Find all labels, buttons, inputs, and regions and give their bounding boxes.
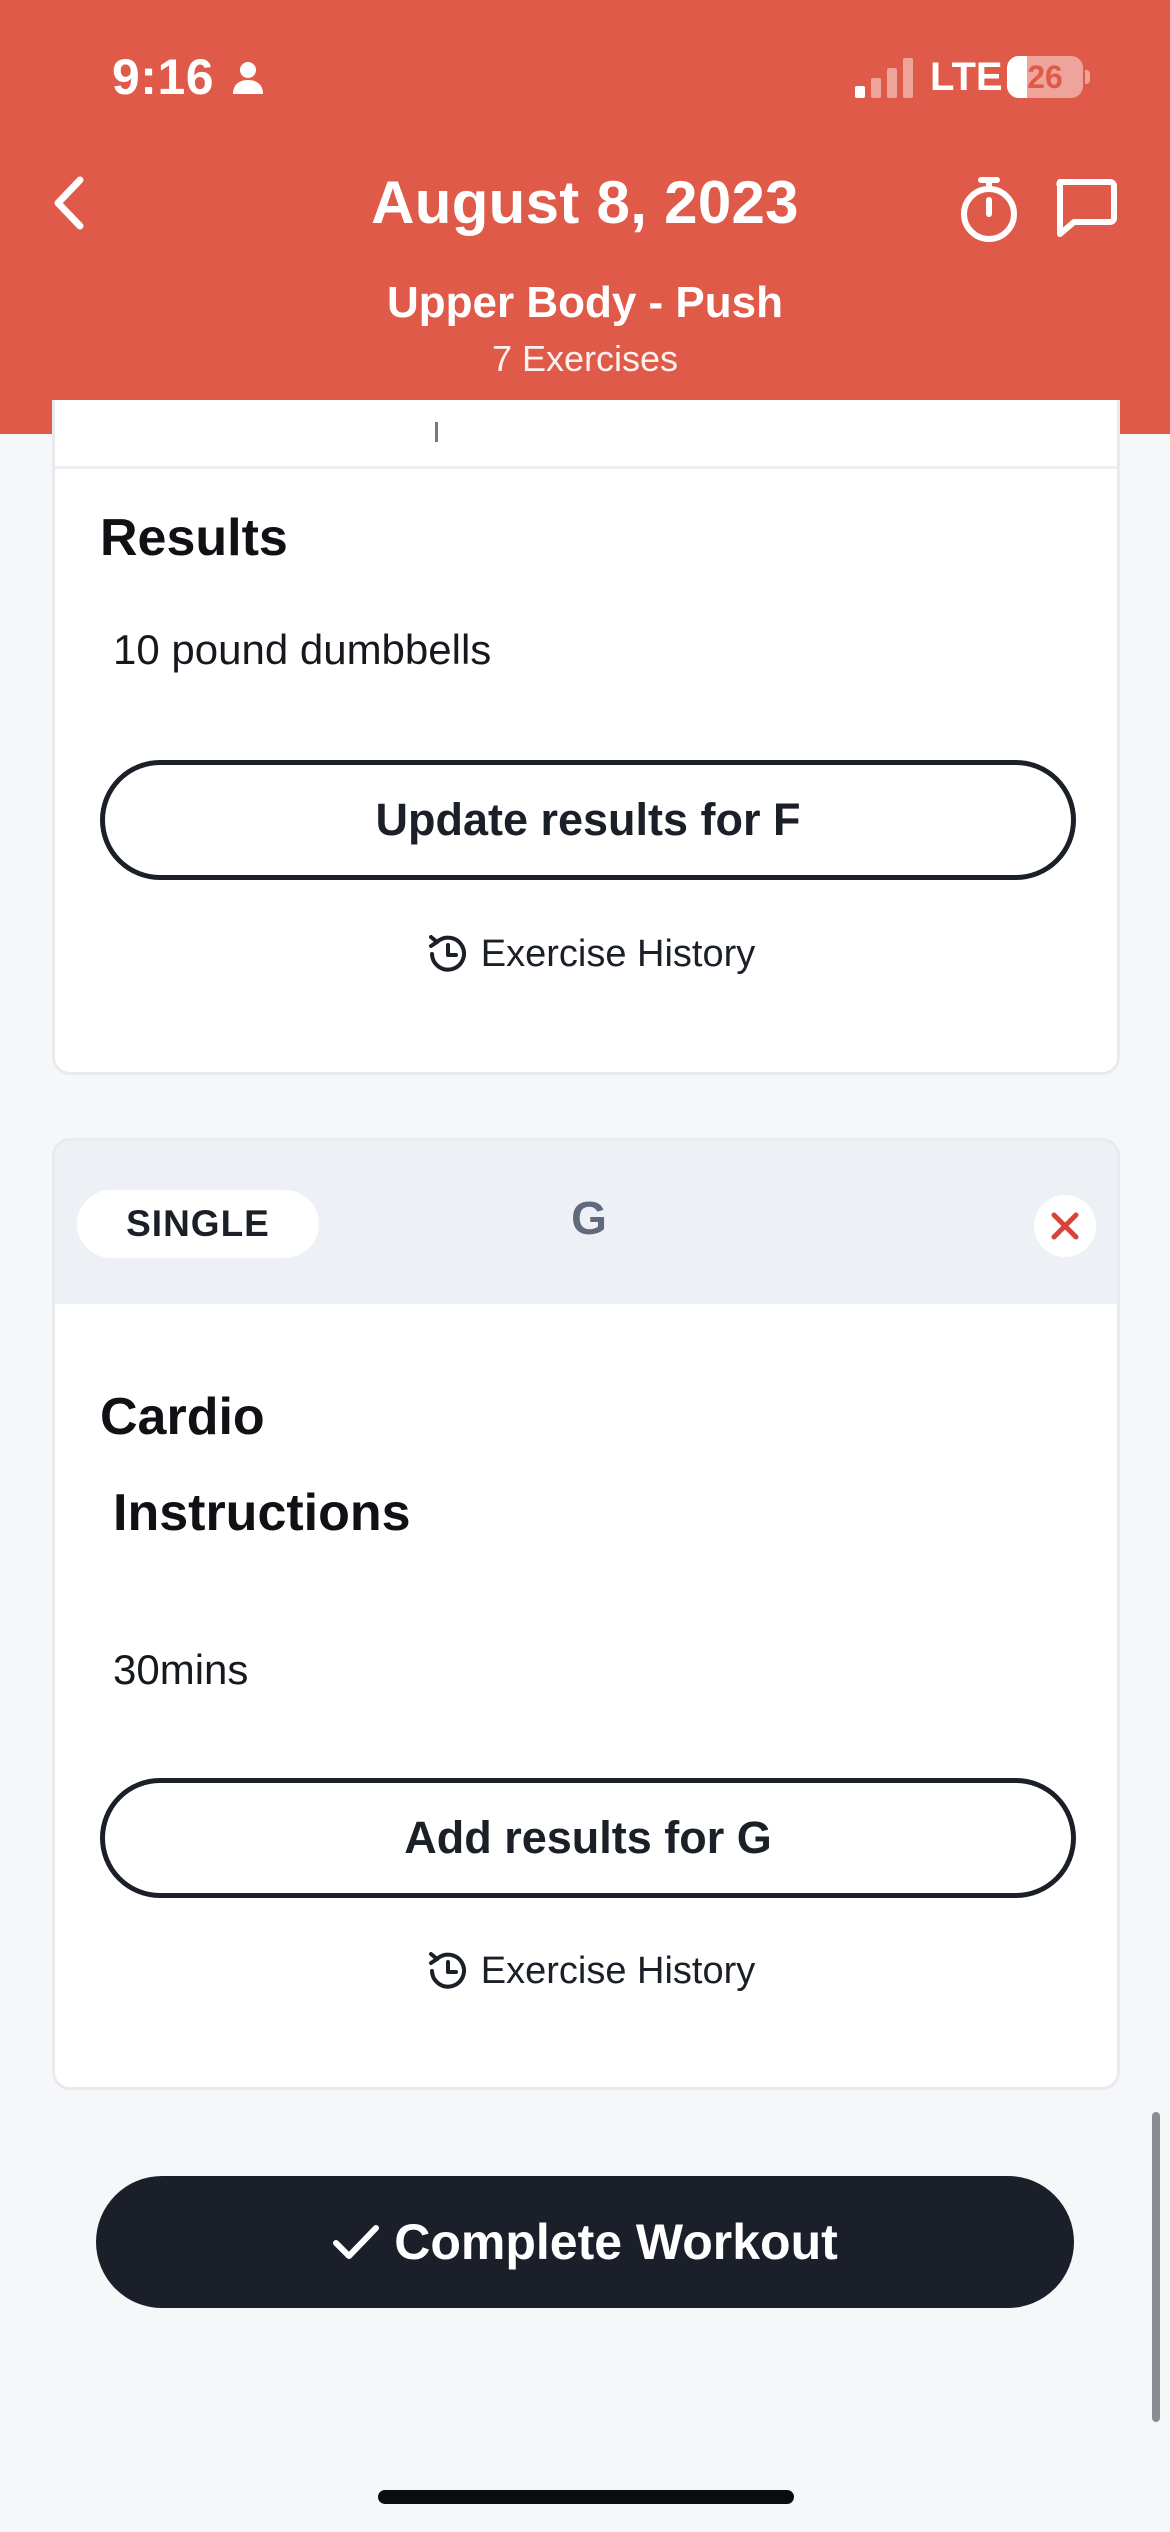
exercise-history-link[interactable]: Exercise History	[55, 926, 1117, 982]
remove-exercise-button[interactable]	[1034, 1195, 1096, 1257]
exercise-card-f: Results 10 pound dumbbells Update result…	[52, 400, 1120, 1075]
history-label: Exercise History	[480, 1949, 756, 1992]
workout-name: Upper Body - Push	[386, 278, 784, 327]
exercise-name: Cardio	[100, 1388, 265, 1446]
results-heading: Results	[100, 509, 288, 567]
card-divider	[55, 466, 1117, 469]
exercise-card-g: SINGLE G Cardio Instructions 30mins Add …	[52, 1138, 1120, 2090]
add-results-button[interactable]: Add results for G	[100, 1778, 1076, 1898]
close-x-icon	[1051, 1212, 1079, 1240]
results-text: 10 pound dumbbells	[113, 626, 492, 673]
chat-bubble-icon[interactable]	[1052, 176, 1118, 240]
battery-icon: 26	[1007, 56, 1090, 98]
workout-header: 9:16 LTE 26 August 8, 2023 Upper Body - …	[0, 0, 1170, 434]
exercise-count: 7 Exercises	[491, 338, 679, 379]
complete-workout-label: Complete Workout	[394, 2214, 838, 2270]
signal-icon	[855, 58, 913, 98]
history-clock-icon	[428, 1952, 466, 1989]
complete-workout-button[interactable]: Complete Workout	[96, 2176, 1074, 2308]
status-time: 9:16	[112, 49, 215, 105]
stopwatch-icon[interactable]	[955, 172, 1023, 244]
battery-percent: 26	[1027, 59, 1063, 95]
card-header: SINGLE G	[55, 1141, 1117, 1304]
history-clock-icon	[428, 935, 466, 972]
scrollbar[interactable]	[1152, 2112, 1160, 2422]
exercise-letter: G	[571, 1192, 607, 1244]
clipped-text-fragment	[435, 422, 449, 442]
status-bar: 9:16 LTE 26	[0, 0, 1170, 150]
network-type: LTE	[930, 55, 1003, 99]
instructions-text: 30mins	[113, 1646, 249, 1693]
instructions-heading: Instructions	[113, 1484, 411, 1542]
history-label: Exercise History	[480, 932, 756, 975]
exercise-history-link[interactable]: Exercise History	[55, 1943, 1117, 1999]
update-results-button[interactable]: Update results for F	[100, 760, 1076, 880]
home-indicator[interactable]	[378, 2490, 794, 2504]
checkmark-icon	[333, 2225, 380, 2259]
person-icon	[233, 62, 263, 94]
